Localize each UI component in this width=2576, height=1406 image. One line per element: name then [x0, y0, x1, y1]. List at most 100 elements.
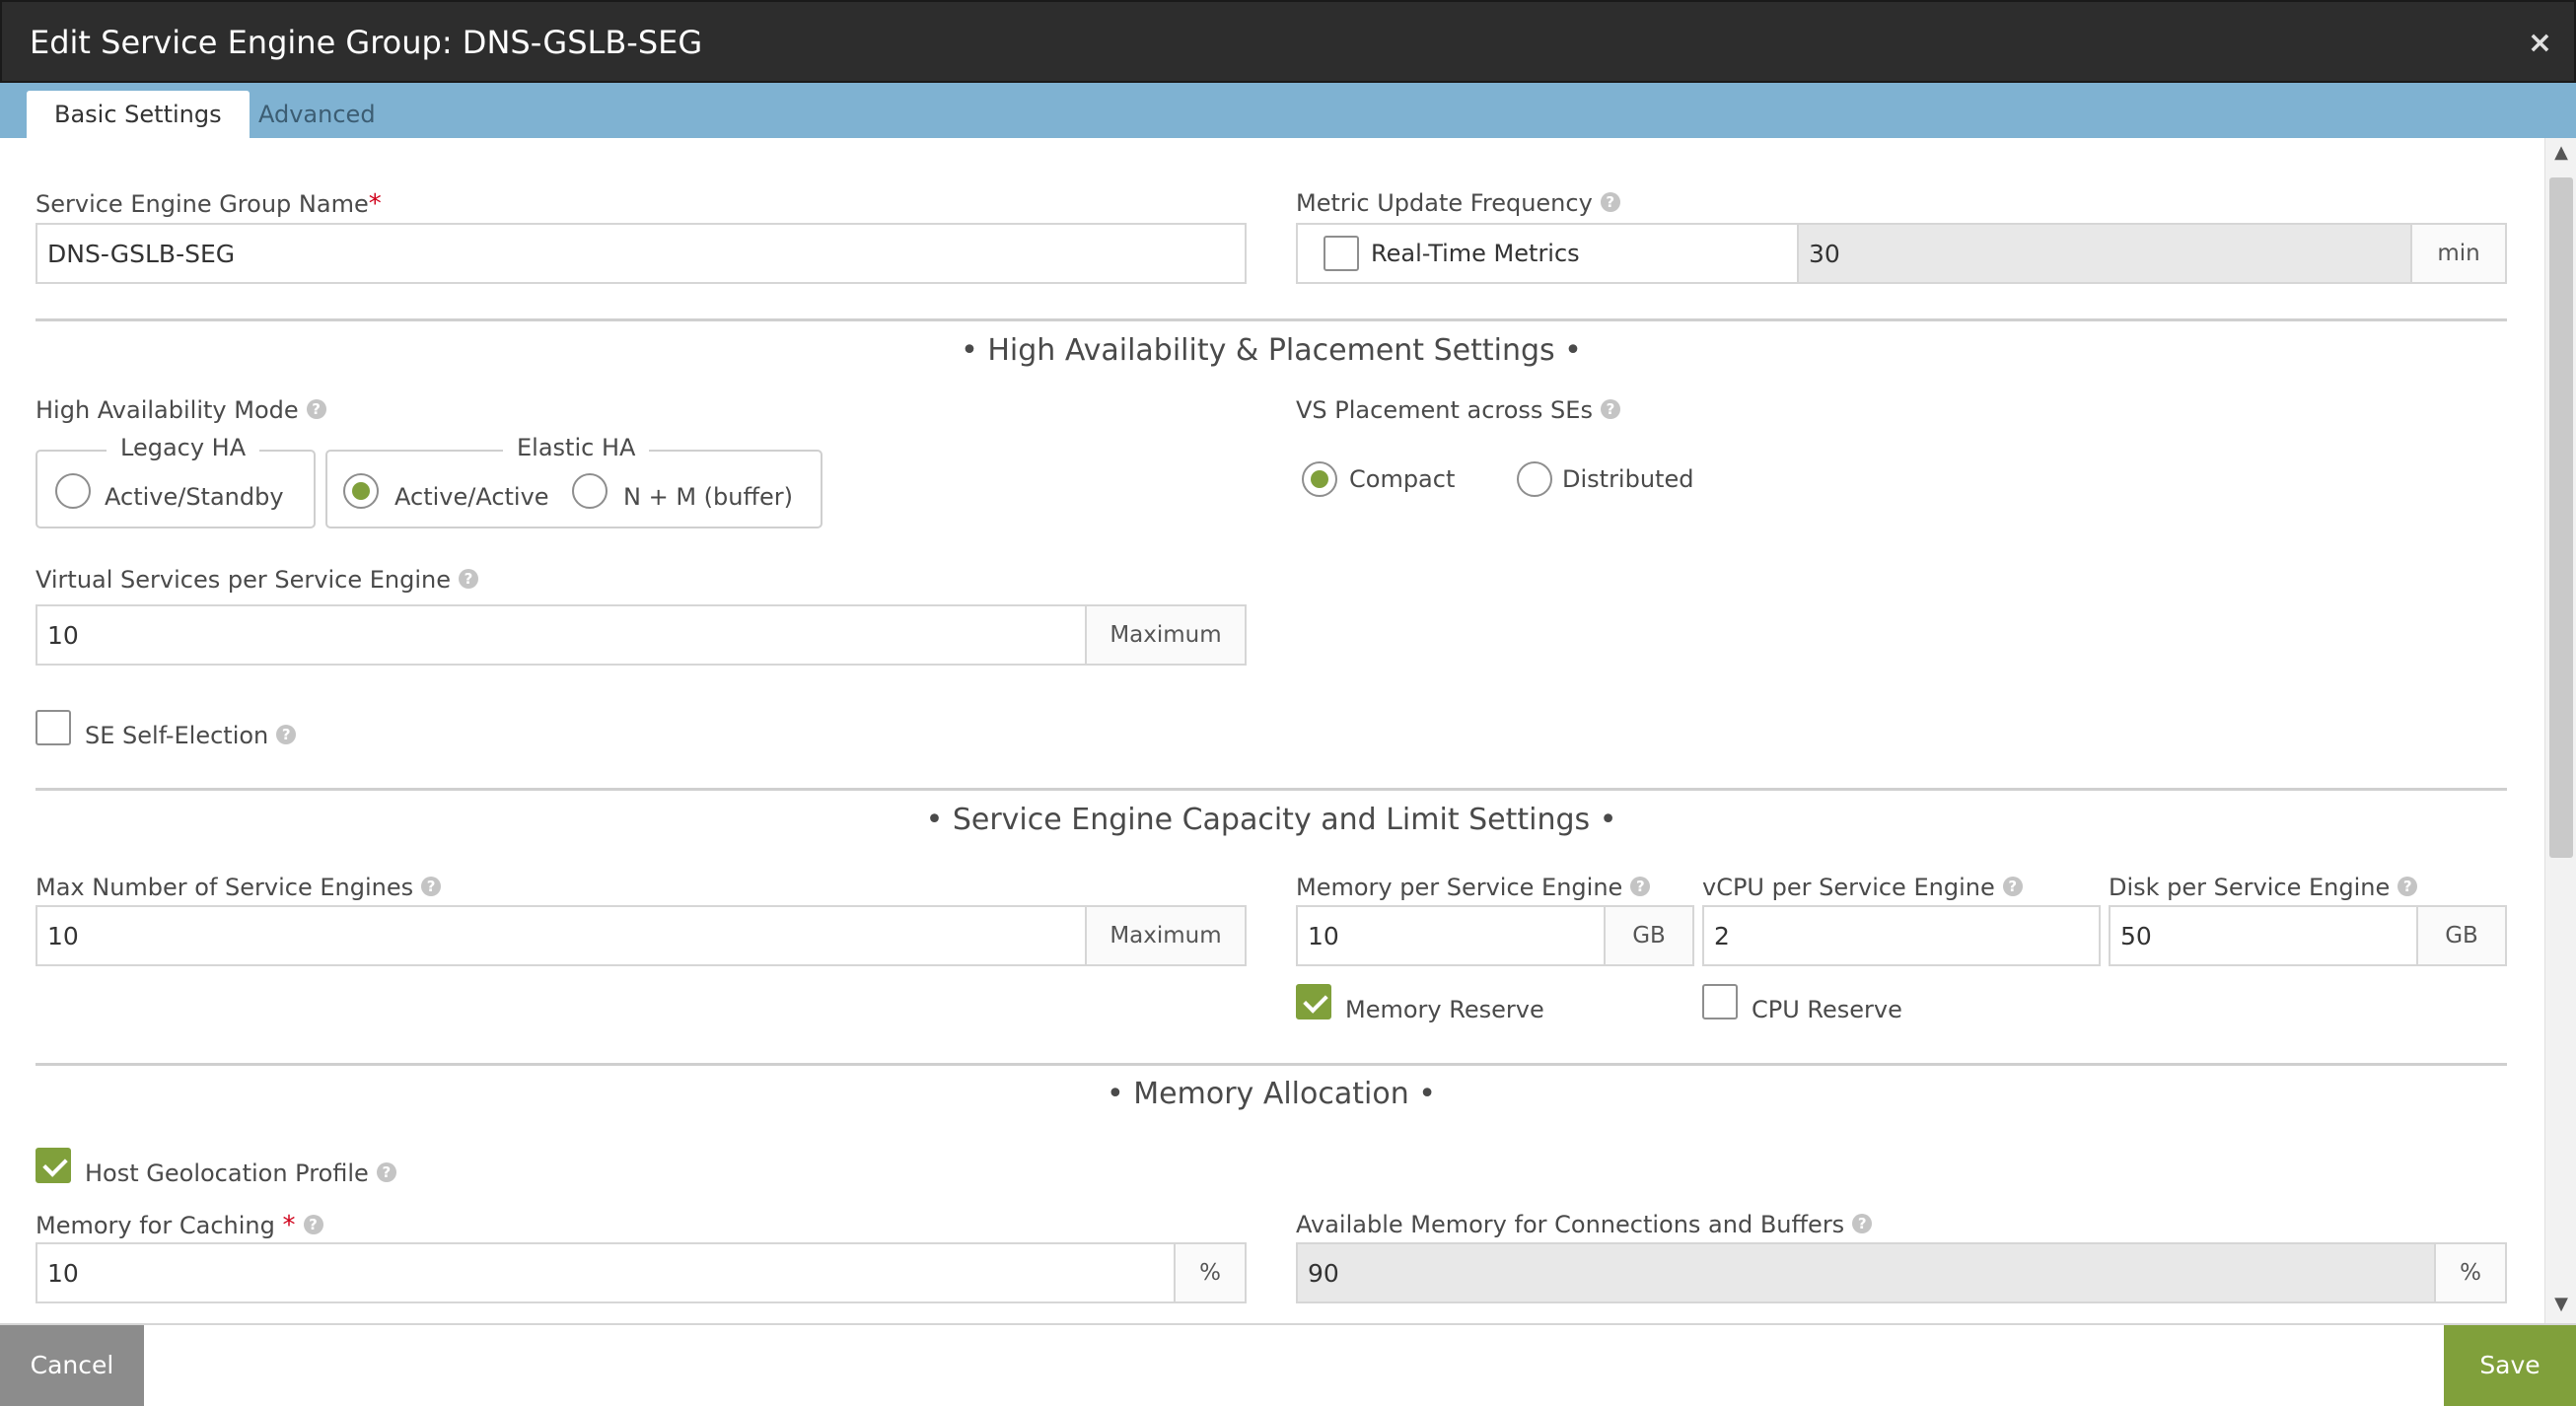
tab-advanced[interactable]: Advanced [231, 91, 403, 138]
se-group-name-input[interactable]: DNS-GSLB-SEG [36, 223, 1247, 284]
memory-per-se-value: 10 [1308, 922, 1339, 950]
help-icon[interactable]: ? [421, 877, 442, 896]
se-group-name-value: DNS-GSLB-SEG [47, 240, 236, 268]
avail-memory-input: 90 % [1296, 1242, 2507, 1303]
ha-mode-label-text: High Availability Mode [36, 396, 299, 424]
metric-frequency-input[interactable]: 30 [1797, 225, 2412, 282]
vs-placement-label-text: VS Placement across SEs [1296, 396, 1593, 424]
real-time-metrics-checkbox[interactable] [1324, 236, 1359, 271]
vcpu-per-se-input[interactable]: 2 [1702, 905, 2101, 966]
metric-update-group: Real-Time Metrics 30 min [1296, 223, 2507, 284]
vcpu-per-se-label: vCPU per Service Engine? [1702, 874, 2023, 901]
radio-active-standby[interactable] [55, 473, 91, 509]
memory-per-se-label: Memory per Service Engine? [1296, 874, 1651, 901]
dialog-header: Edit Service Engine Group: DNS-GSLB-SEG … [0, 0, 2576, 83]
disk-per-se-unit: GB [2416, 907, 2505, 964]
metric-frequency-value: 30 [1809, 240, 1840, 268]
se-self-election-checkbox[interactable] [36, 710, 71, 745]
vs-per-se-input[interactable]: 10 Maximum [36, 604, 1247, 666]
dialog-title: Edit Service Engine Group: DNS-GSLB-SEG [30, 24, 703, 61]
vcpu-per-se-value: 2 [1714, 922, 1730, 950]
active-standby-label: Active/Standby [105, 483, 284, 511]
scroll-down-icon[interactable]: ▼ [2545, 1294, 2576, 1319]
memory-per-se-input[interactable]: 10 GB [1296, 905, 1694, 966]
memory-caching-label: Memory for Caching *? [36, 1211, 323, 1240]
scroll-up-icon[interactable]: ▲ [2545, 142, 2576, 168]
memory-per-se-label-text: Memory per Service Engine [1296, 874, 1623, 901]
scrollbar-thumb[interactable] [2549, 177, 2573, 858]
radio-n-plus-m[interactable] [572, 473, 608, 509]
n-plus-m-label: N + M (buffer) [623, 483, 793, 511]
help-icon[interactable]: ? [276, 725, 297, 744]
help-icon[interactable]: ? [458, 569, 478, 589]
se-group-name-label-text: Service Engine Group Name [36, 190, 369, 218]
legacy-ha-group: Legacy HA Active/Standby [36, 434, 316, 528]
memory-caching-unit: % [1174, 1244, 1245, 1301]
help-icon[interactable]: ? [2397, 877, 2418, 896]
distributed-label: Distributed [1562, 465, 1694, 493]
vcpu-per-se-label-text: vCPU per Service Engine [1702, 874, 1995, 901]
section-divider [36, 788, 2507, 791]
vs-per-se-label-text: Virtual Services per Service Engine [36, 566, 451, 594]
help-icon[interactable]: ? [1630, 877, 1651, 896]
avail-memory-unit: % [2434, 1244, 2505, 1301]
se-group-name-label: Service Engine Group Name* [36, 189, 382, 219]
max-se-addon: Maximum [1085, 907, 1245, 964]
metric-frequency-unit: min [2410, 225, 2505, 282]
vs-placement-label: VS Placement across SEs? [1296, 396, 1620, 424]
radio-compact[interactable] [1302, 461, 1337, 497]
max-se-label: Max Number of Service Engines? [36, 874, 442, 901]
se-self-election-label-text: SE Self-Election [85, 722, 269, 749]
memory-reserve-checkbox[interactable] [1296, 984, 1331, 1019]
tab-basic-settings[interactable]: Basic Settings [27, 91, 250, 138]
disk-per-se-value: 50 [2120, 922, 2152, 950]
help-icon[interactable]: ? [376, 1162, 396, 1182]
required-mark: * [368, 189, 382, 219]
max-se-label-text: Max Number of Service Engines [36, 874, 414, 901]
cancel-button[interactable]: Cancel [0, 1325, 144, 1406]
memory-per-se-unit: GB [1604, 907, 1692, 964]
host-geo-label-text: Host Geolocation Profile [85, 1160, 369, 1187]
required-mark: * [282, 1211, 296, 1240]
memory-caching-label-text: Memory for Caching [36, 1212, 275, 1239]
memory-caching-input[interactable]: 10 % [36, 1242, 1247, 1303]
max-se-input[interactable]: 10 Maximum [36, 905, 1247, 966]
real-time-metrics-label: Real-Time Metrics [1371, 240, 1580, 267]
legacy-ha-legend: Legacy HA [107, 434, 260, 461]
section-divider [36, 1063, 2507, 1066]
compact-label: Compact [1349, 465, 1456, 493]
section-title-memory: • Memory Allocation • [1107, 1077, 1436, 1111]
help-icon[interactable]: ? [303, 1215, 323, 1234]
form-content: Service Engine Group Name* DNS-GSLB-SEG … [0, 138, 2544, 1323]
vs-per-se-addon: Maximum [1085, 606, 1245, 664]
section-title-ha: • High Availability & Placement Settings… [961, 333, 1582, 368]
help-icon[interactable]: ? [1600, 192, 1620, 212]
dialog-footer: Cancel Save [0, 1323, 2576, 1406]
help-icon[interactable]: ? [1600, 399, 1620, 419]
tab-bar: Basic Settings Advanced [0, 83, 2576, 138]
radio-distributed[interactable] [1517, 461, 1552, 497]
help-icon[interactable]: ? [2002, 877, 2023, 896]
disk-per-se-label-text: Disk per Service Engine [2109, 874, 2391, 901]
ha-mode-label: High Availability Mode? [36, 396, 326, 424]
metric-update-label-text: Metric Update Frequency [1296, 189, 1593, 217]
elastic-ha-group: Elastic HA Active/Active N + M (buffer) [325, 434, 823, 528]
help-icon[interactable]: ? [306, 399, 326, 419]
section-title-capacity: • Service Engine Capacity and Limit Sett… [925, 803, 1617, 837]
disk-per-se-input[interactable]: 50 GB [2109, 905, 2507, 966]
active-active-label: Active/Active [394, 483, 549, 511]
cpu-reserve-checkbox[interactable] [1702, 984, 1738, 1019]
scrollbar[interactable]: ▲ ▼ [2544, 138, 2576, 1323]
max-se-value: 10 [47, 922, 79, 950]
radio-active-active[interactable] [343, 473, 379, 509]
se-self-election-label: SE Self-Election? [85, 722, 297, 749]
vs-per-se-label: Virtual Services per Service Engine? [36, 566, 478, 594]
section-divider [36, 318, 2507, 321]
close-icon[interactable]: × [2528, 26, 2552, 60]
cpu-reserve-label: CPU Reserve [1752, 996, 1902, 1023]
avail-memory-value: 90 [1308, 1259, 1339, 1288]
save-button[interactable]: Save [2444, 1325, 2576, 1406]
host-geo-checkbox[interactable] [36, 1148, 71, 1183]
memory-caching-value: 10 [47, 1259, 79, 1288]
help-icon[interactable]: ? [1852, 1214, 1873, 1233]
